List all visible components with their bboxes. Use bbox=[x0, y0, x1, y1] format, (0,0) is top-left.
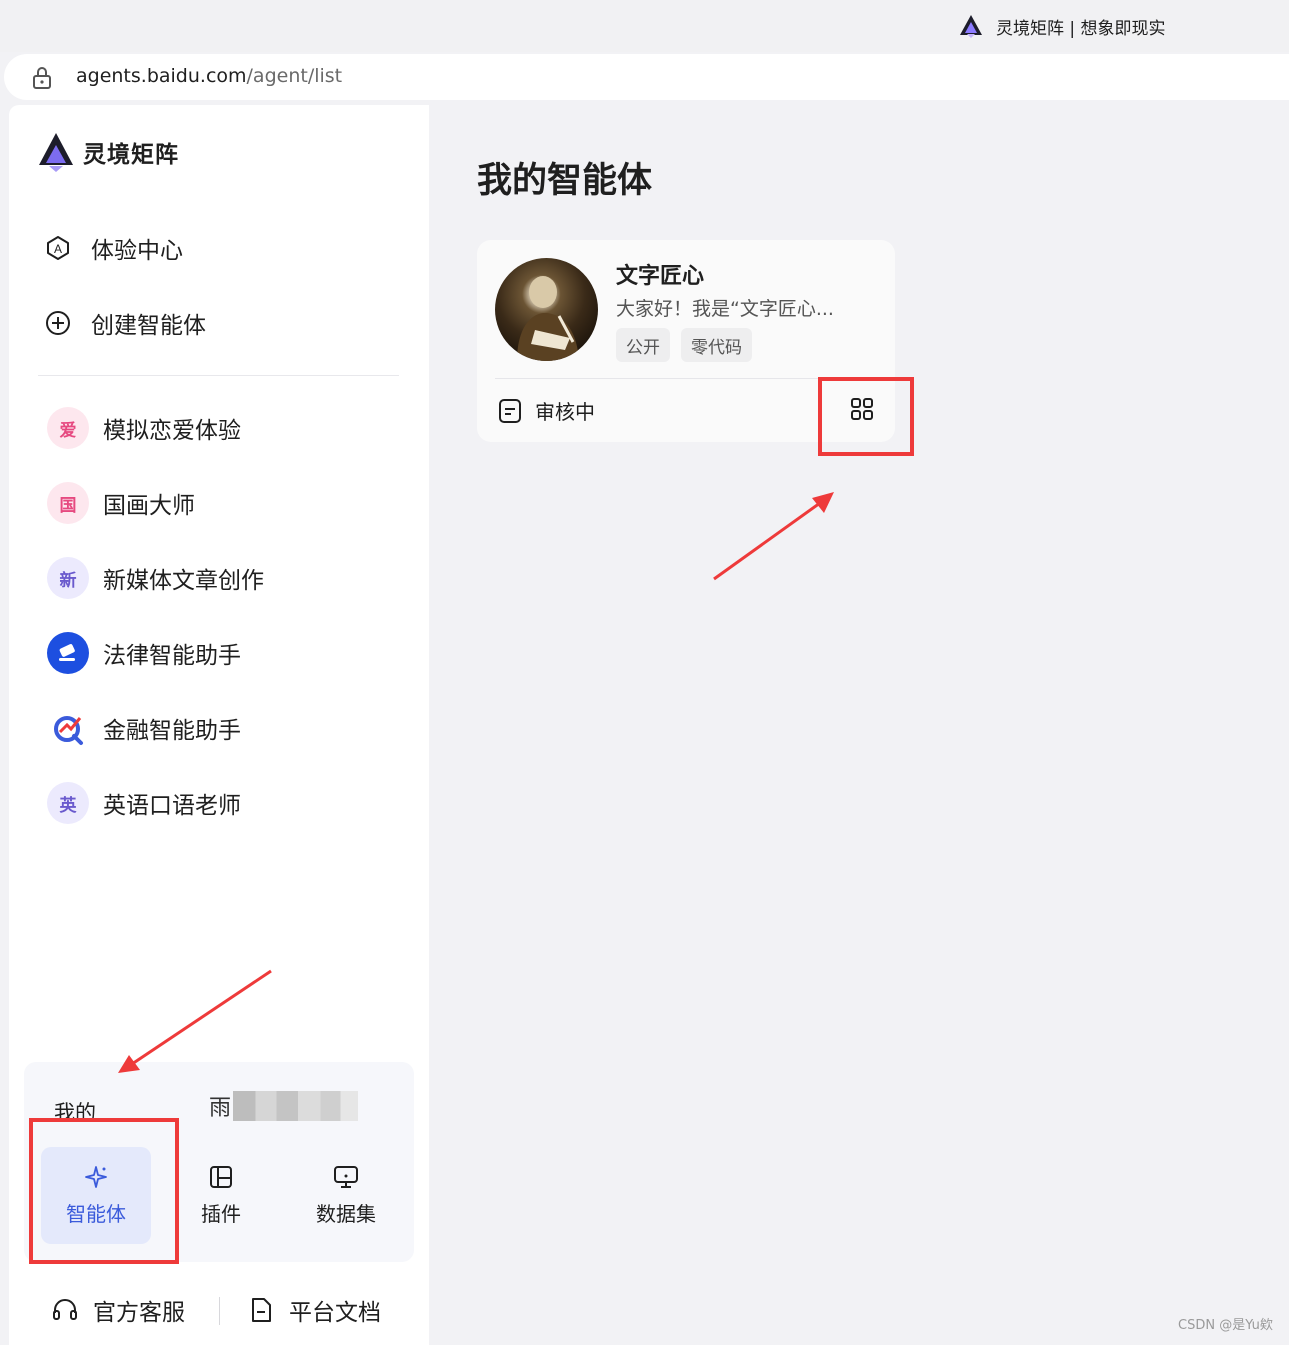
highlight-box-grid bbox=[818, 377, 914, 456]
footer-label: 平台文档 bbox=[289, 1300, 381, 1326]
agent-label: 模拟恋爱体验 bbox=[103, 418, 241, 444]
document-icon bbox=[252, 1298, 271, 1322]
sidebar-agent-item[interactable]: 法律智能助手 bbox=[47, 632, 241, 674]
tab-label: 数据集 bbox=[316, 1202, 376, 1226]
browser-tab-title: 灵境矩阵 | 想象即现实 bbox=[996, 18, 1166, 39]
browser-tab-bar: 灵境矩阵 | 想象即现实 bbox=[0, 0, 1289, 52]
a-circle-icon: A bbox=[47, 236, 69, 260]
nav-label: 创建智能体 bbox=[91, 313, 206, 339]
document-status-icon bbox=[499, 398, 521, 423]
address-bar[interactable]: agents.baidu.com/agent/list bbox=[4, 54, 1289, 100]
arrow-head bbox=[812, 492, 834, 513]
tab-label: 插件 bbox=[201, 1202, 241, 1226]
url-text: agents.baidu.com/agent/list bbox=[76, 65, 342, 87]
nav-create-agent[interactable]: 创建智能体 bbox=[45, 306, 206, 340]
browser-tab[interactable]: 灵境矩阵 | 想象即现实 bbox=[958, 12, 1166, 40]
tab-datasets[interactable]: 数据集 bbox=[291, 1147, 401, 1244]
agent-avatar: 新 bbox=[47, 557, 89, 599]
customer-service-link[interactable]: 官方客服 bbox=[51, 1293, 185, 1327]
platform-docs-link[interactable]: 平台文档 bbox=[247, 1293, 381, 1327]
lock-icon bbox=[33, 67, 51, 89]
nav-experience-center[interactable]: A 体验中心 bbox=[45, 231, 183, 265]
review-status: 审核中 bbox=[497, 396, 595, 425]
monitor-icon bbox=[334, 1166, 358, 1188]
agent-avatar: 爱 bbox=[47, 407, 89, 449]
arrow-to-grid bbox=[713, 501, 821, 581]
agent-label: 金融智能助手 bbox=[103, 718, 241, 744]
agent-avatar: 英 bbox=[47, 782, 89, 824]
tab-plugins[interactable]: 插件 bbox=[166, 1147, 276, 1244]
status-label: 审核中 bbox=[535, 400, 595, 424]
brand-logo-icon bbox=[960, 15, 982, 38]
headset-icon bbox=[53, 1299, 77, 1320]
brand-name: 灵境矩阵 bbox=[83, 142, 179, 168]
agent-label: 英语口语老师 bbox=[103, 793, 241, 819]
footer-label: 官方客服 bbox=[93, 1300, 185, 1326]
tag-no-code: 零代码 bbox=[681, 328, 752, 362]
page-title: 我的智能体 bbox=[477, 161, 653, 201]
agent-avatar-image bbox=[495, 258, 598, 361]
blurred-username bbox=[233, 1091, 359, 1121]
sidebar-divider bbox=[38, 375, 399, 376]
agent-label: 法律智能助手 bbox=[103, 643, 241, 669]
highlight-box-agents-tab bbox=[29, 1118, 179, 1264]
url-host: agents.baidu.com bbox=[76, 65, 247, 87]
gavel-avatar-icon bbox=[47, 632, 89, 674]
finance-avatar-icon bbox=[47, 707, 89, 749]
sidebar-agent-item[interactable]: 英 英语口语老师 bbox=[47, 782, 241, 824]
agent-description: 大家好！我是“文字匠心... bbox=[616, 298, 834, 320]
user-account[interactable]: 雨 bbox=[209, 1088, 449, 1124]
brand[interactable]: 灵境矩阵 bbox=[37, 131, 179, 173]
layout-icon bbox=[210, 1166, 232, 1188]
agent-label: 新媒体文章创作 bbox=[103, 568, 264, 594]
user-initial: 雨 bbox=[209, 1096, 232, 1121]
url-path: /agent/list bbox=[246, 65, 343, 87]
sidebar-agent-item[interactable]: 爱 模拟恋爱体验 bbox=[47, 407, 241, 449]
tag-public: 公开 bbox=[616, 328, 670, 362]
agent-label: 国画大师 bbox=[103, 493, 195, 519]
sidebar-agent-item[interactable]: 金融智能助手 bbox=[47, 707, 241, 749]
sidebar-agent-item[interactable]: 新 新媒体文章创作 bbox=[47, 557, 264, 599]
plus-circle-icon bbox=[46, 311, 70, 335]
agent-avatar: 国 bbox=[47, 482, 89, 524]
agent-name: 文字匠心 bbox=[616, 264, 705, 289]
brand-logo-icon bbox=[39, 133, 73, 172]
footer-divider bbox=[219, 1297, 220, 1325]
nav-label: 体验中心 bbox=[91, 238, 183, 264]
watermark: CSDN @是Yu欸 bbox=[1178, 1318, 1273, 1333]
sidebar-agent-item[interactable]: 国 国画大师 bbox=[47, 482, 195, 524]
svg-text:A: A bbox=[54, 242, 62, 256]
